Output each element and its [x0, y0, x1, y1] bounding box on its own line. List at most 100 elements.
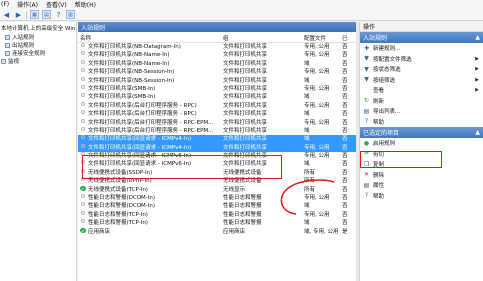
action-item[interactable]: ↻ 刷新 [360, 96, 483, 107]
rule-name: 文件和打印机共享(回显请求 - ICMPv4-In) [88, 136, 192, 143]
table-row[interactable]: 文件和打印机共享(NB-Name-In) 文件和打印机共享 专用, 公用 否 [78, 51, 356, 59]
toolbar-divider [26, 10, 27, 19]
disabled-rule-icon [81, 118, 85, 123]
inbound-rules-icon [5, 34, 10, 40]
disabled-rule-icon [81, 43, 85, 47]
action-item[interactable]: ● 启用规则 [360, 138, 483, 149]
tree-item-inbound[interactable]: 入站规则 [5, 33, 34, 41]
rule-group: 文件和打印机共享 [223, 69, 268, 76]
rule-name: 文件和打印机共享(SMB-In) [88, 94, 156, 101]
column-header-profile[interactable]: 配置文件 [304, 34, 326, 42]
table-row[interactable]: 性能日志和警报(TCP-In) 性能日志和警报 专用, 公用 否 [78, 210, 356, 219]
action-item[interactable]: ▼ 按配置文件筛选 ▶ [360, 54, 483, 65]
disabled-rule-icon [81, 135, 85, 140]
tree-item-label: 出站规则 [12, 43, 35, 49]
forward-icon[interactable]: ▶ [14, 10, 23, 19]
column-header-name[interactable]: 名称 [80, 34, 91, 42]
actions-section-selected[interactable]: 已选定的项目 ▲ [360, 127, 483, 138]
tree-item-outbound[interactable]: 出站规则 [5, 41, 34, 49]
table-row[interactable]: 文件和打印机共享(回显请求 - ICMPv4-In) 文件和打印机共享 域 否 [78, 135, 356, 144]
rule-group: 文件和打印机共享 [223, 127, 268, 134]
action-label: 按状态筛选 [373, 67, 401, 74]
rule-group: 应用商店 [223, 228, 246, 235]
table-row[interactable]: 文件和打印机共享(后台打印程序服务 - RPC-EPM... 文件和打印机共享 域 否 [78, 126, 356, 135]
disabled-rule-icon [81, 210, 85, 215]
help-icon[interactable]: ? [54, 10, 63, 19]
action-item[interactable]: ✚ 新建规则... [360, 43, 483, 54]
table-row[interactable]: 文件和打印机共享(NB-Name-In) 文件和打印机共享 域 否 [78, 59, 356, 68]
rule-profile: 专用, 公用 [304, 52, 330, 59]
action-item[interactable]: ▤ 导出列表... [360, 106, 483, 117]
action-item[interactable]: ▤ 属性 [360, 180, 483, 191]
rule-group: 性能日志和警报 [223, 203, 262, 210]
action-label: 查看 [373, 88, 385, 95]
disabled-rule-icon [81, 126, 85, 131]
action-label: 帮助 [373, 119, 385, 126]
monitor-icon [1, 58, 6, 64]
table-row[interactable]: 性能日志和警报(TCP-In) 性能日志和警报 域 否 [78, 219, 356, 227]
action-item[interactable]: ▼ 按状态筛选 ▶ [360, 64, 483, 75]
menu-file[interactable]: (F) [1, 1, 9, 8]
rule-enabled: 否 [342, 60, 348, 67]
rule-profile: 域, 专用, 公用 [304, 228, 339, 235]
tree-root[interactable]: 本地计算机 上的高级安全 Win [1, 24, 75, 32]
table-row[interactable]: 文件和打印机共享(后台打印程序服务 - RPC-EPM... 文件和打印机共享 专用… [78, 118, 356, 127]
table-row[interactable]: 无线便携式设备(UPnP-In) 无线便携式设备 所有 否 [78, 177, 356, 185]
rule-profile: 域 [304, 94, 310, 101]
actions-section-inbound[interactable]: 入站规则 ▲ [360, 32, 483, 43]
rule-group: 文件和打印机共享 [223, 102, 268, 109]
console-tree-icon[interactable]: ▦ [30, 10, 39, 19]
table-row[interactable]: 无线便携式设备(SSDP-In) 无线便携式设备 所有 否 [78, 168, 356, 177]
menu-help[interactable]: 帮助(H) [75, 0, 96, 9]
action-item[interactable]: 查看 ▶ [360, 85, 483, 96]
rule-enabled: 否 [342, 144, 348, 151]
table-row[interactable]: 文件和打印机共享(SMB-In) 文件和打印机共享 域 否 [78, 93, 356, 101]
submenu-arrow-icon: ▶ [475, 55, 479, 62]
action-item[interactable]: ✕ 删除 [360, 170, 483, 181]
rule-name: 文件和打印机共享(回显请求 - ICMPv4-In) [88, 144, 192, 151]
rule-name: 文件和打印机共享(NB-Session-In) [88, 77, 175, 84]
disabled-rule-icon [81, 84, 85, 89]
refresh-icon: ↻ [363, 97, 370, 105]
rule-profile: 域 [304, 60, 310, 67]
action-item[interactable]: ? 帮助 [360, 191, 483, 202]
table-row[interactable]: 性能日志和警报(DCOM-In) 性能日志和警报 域 否 [78, 202, 356, 210]
action-item[interactable]: ✂ 剪切 [360, 149, 483, 160]
table-row[interactable]: 文件和打印机共享(回显请求 - ICMPv6-In) 文件和打印机共享 专用, 公用… [78, 152, 356, 160]
table-row[interactable]: 文件和打印机共享(SMB-In) 文件和打印机共享 专用, 公用 否 [78, 84, 356, 93]
tree-item-connection-security[interactable]: 连接安全规则 [5, 49, 45, 57]
table-row[interactable]: 文件和打印机共享(后台打印程序服务 - RPC) 文件和打印机共享 专用, 公用 否 [78, 101, 356, 110]
list-scrollbar[interactable] [356, 22, 358, 281]
table-row[interactable]: 文件和打印机共享(NB-Datagram-In) 文件和打印机共享 专用, 公用 否 [78, 43, 356, 51]
action-item[interactable]: ▼ 按组筛选 ▶ [360, 75, 483, 86]
rule-enabled: 否 [342, 119, 348, 126]
collapse-icon: ▲ [475, 34, 480, 41]
properties-icon[interactable]: ▤ [42, 10, 51, 19]
menu-view[interactable]: 查看(V) [46, 0, 67, 9]
table-row[interactable]: ✓ 应用商店 应用商店 域, 专用, 公用是 [78, 227, 356, 236]
collapse-icon: ▲ [475, 129, 480, 136]
table-row[interactable]: 性能日志和警报(DCOM-In) 性能日志和警报 专用, 公用 否 [78, 194, 356, 202]
section-label: 已选定的项目 [363, 130, 400, 137]
table-row[interactable]: 文件和打印机共享(回显请求 - ICMPv6-In) 文件和打印机共享 域 否 [78, 160, 356, 168]
table-row[interactable]: 文件和打印机共享(NB-Session-In) 文件和打印机共享 专用, 公用 否 [78, 68, 356, 76]
rule-group: 性能日志和警报 [223, 211, 262, 218]
back-icon[interactable]: ◀ [2, 10, 11, 19]
table-row[interactable]: 文件和打印机共享(回显请求 - ICMPv4-In) 文件和打印机共享 专用, 公用… [78, 143, 356, 153]
rule-profile: 域 [304, 127, 310, 134]
rule-enabled: 否 [342, 77, 348, 84]
action-pane-icon[interactable]: ▥ [66, 10, 75, 19]
action-item[interactable]: ? 帮助 [360, 117, 483, 128]
rule-name: 性能日志和警报(DCOM-In) [88, 195, 156, 202]
disabled-rule-icon [81, 177, 85, 182]
tree-item-monitor[interactable]: 监视 [1, 57, 19, 65]
menu-action[interactable]: 操作(A) [17, 0, 38, 9]
table-row[interactable]: 文件和打印机共享(后台打印程序服务 - RPC) 文件和打印机共享 域 否 [78, 110, 356, 118]
outbound-rules-icon [5, 42, 10, 48]
table-row[interactable]: ✓ 无线便携式设备(TCP-In) 无线显示 所有 否 [78, 185, 356, 194]
column-header-group[interactable]: 组 [223, 34, 229, 42]
rule-enabled: 否 [342, 85, 348, 92]
table-row[interactable]: 文件和打印机共享(NB-Session-In) 文件和打印机共享 域 否 [78, 76, 356, 85]
action-item[interactable]: ❐ 复制 [360, 159, 483, 170]
column-header-enabled[interactable]: 已 [342, 34, 348, 42]
